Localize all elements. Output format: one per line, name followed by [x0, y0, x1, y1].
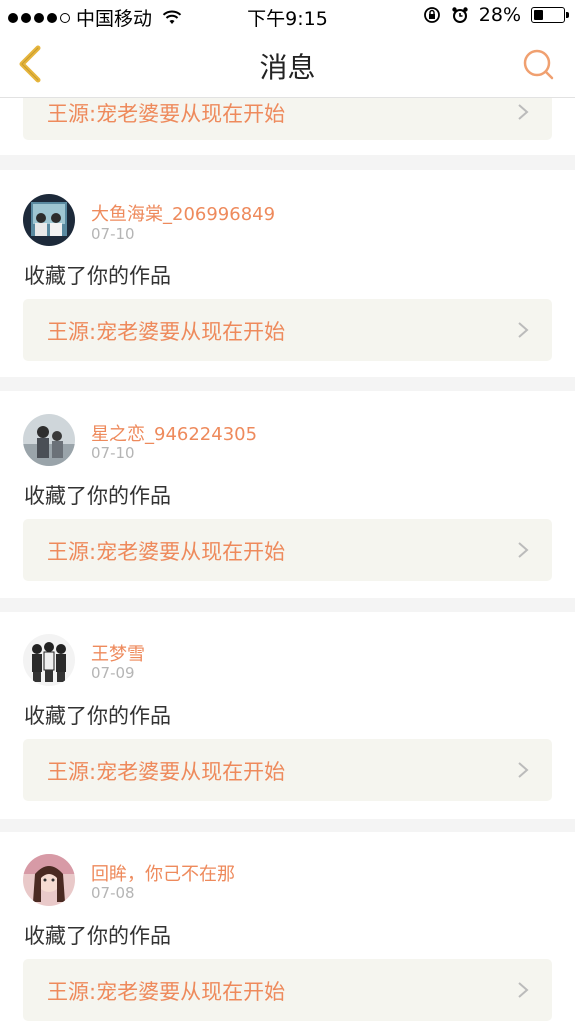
work-link[interactable]: 王源:宠老婆要从现在开始 [23, 959, 552, 1021]
message-date: 07-09 [91, 664, 135, 682]
nav-bar: 消息 [0, 32, 575, 98]
chevron-right-icon [518, 104, 529, 120]
chevron-right-icon [518, 542, 529, 558]
action-text: 收藏了你的作品 [24, 924, 171, 948]
work-link[interactable]: 王源:宠老婆要从现在开始 [23, 299, 552, 361]
page-title: 消息 [259, 51, 316, 84]
message-date: 07-10 [91, 225, 135, 243]
avatar[interactable] [23, 414, 75, 466]
work-link[interactable]: 王源:宠老婆要从现在开始 [23, 519, 552, 581]
alarm-icon [452, 7, 468, 23]
work-title: 王源:宠老婆要从现在开始 [47, 320, 286, 344]
work-title: 王源:宠老婆要从现在开始 [47, 102, 286, 126]
avatar[interactable] [23, 194, 75, 246]
avatar[interactable] [23, 854, 75, 906]
notification-card: 大鱼海棠_206996849 07-10 收藏了你的作品 王源:宠老婆要从现在开… [0, 170, 575, 377]
notification-card: 星之恋_946224305 07-10 收藏了你的作品 王源:宠老婆要从现在开始 [0, 391, 575, 598]
message-date: 07-10 [91, 444, 135, 462]
user-name[interactable]: 大鱼海棠_206996849 [91, 200, 275, 226]
user-name[interactable]: 回眸，你己不在那 [91, 860, 235, 886]
work-link[interactable]: 王源:宠老婆要从现在开始 [23, 98, 552, 140]
work-link[interactable]: 王源:宠老婆要从现在开始 [23, 739, 552, 801]
status-bar: 中国移动 下午9:15 28% [0, 0, 575, 32]
search-icon[interactable] [521, 47, 555, 81]
work-title: 王源:宠老婆要从现在开始 [47, 540, 286, 564]
action-text: 收藏了你的作品 [24, 704, 171, 728]
message-feed[interactable]: 王源:宠老婆要从现在开始 大鱼海棠_206996849 07-10 收藏了你的作… [0, 98, 575, 1024]
action-text: 收藏了你的作品 [24, 264, 171, 288]
action-text: 收藏了你的作品 [24, 484, 171, 508]
battery-percent: 28% [478, 4, 521, 26]
chevron-right-icon [518, 762, 529, 778]
avatar[interactable] [23, 634, 75, 686]
battery-icon [531, 7, 569, 23]
notification-card: 王梦雪 07-09 收藏了你的作品 王源:宠老婆要从现在开始 [0, 612, 575, 819]
user-name[interactable]: 王梦雪 [91, 640, 145, 666]
notification-card: 王源:宠老婆要从现在开始 [0, 98, 575, 155]
rotation-lock-icon [423, 7, 440, 23]
message-date: 07-08 [91, 884, 135, 902]
user-name[interactable]: 星之恋_946224305 [91, 420, 257, 446]
work-title: 王源:宠老婆要从现在开始 [47, 760, 286, 784]
work-title: 王源:宠老婆要从现在开始 [47, 980, 286, 1004]
chevron-right-icon [518, 982, 529, 998]
chevron-right-icon [518, 322, 529, 338]
status-right: 28% [423, 4, 569, 26]
notification-card: 回眸，你己不在那 07-08 收藏了你的作品 王源:宠老婆要从现在开始 [0, 832, 575, 1024]
